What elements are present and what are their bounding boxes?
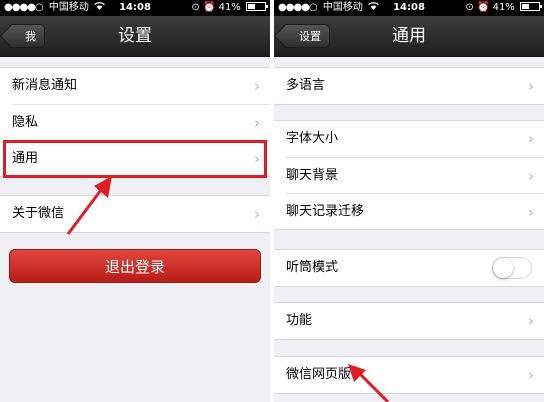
battery-percent: 41% [218,2,241,13]
chevron-right-icon: › [528,77,534,95]
chevron-right-icon: › [528,366,534,384]
nav-bar: 我 设置 [0,16,270,57]
general-group-features: 功能 › [274,302,544,340]
settings-group-2: 关于微信 › [0,195,270,233]
chevron-right-icon: › [528,203,534,221]
chevron-right-icon: › [254,114,260,132]
chevron-right-icon: › [528,130,534,148]
general-item-features[interactable]: 功能 › [274,303,544,339]
general-item-font-size[interactable]: 字体大小 › [274,121,544,157]
logout-button[interactable]: 退出登录 [9,249,261,283]
chevron-right-icon: › [254,205,260,223]
chevron-right-icon: › [528,167,534,185]
general-item-chat-background[interactable]: 聊天背景 › [286,157,544,193]
battery-percent: 41% [492,2,515,13]
chevron-right-icon: › [254,77,260,95]
general-group-language: 多语言 › [274,67,544,105]
settings-item-about-wechat[interactable]: 关于微信 › [0,196,270,232]
battery-icon [246,2,268,11]
status-bar: ●●●●○ 中国移动 14:08 ⊙ ⏰ 41% [0,0,270,16]
page-title: 设置 [118,26,152,46]
rotation-lock-icon: ⊙ [465,2,474,13]
general-item-language[interactable]: 多语言 › [274,68,544,104]
settings-screen: ●●●●○ 中国移动 14:08 ⊙ ⏰ 41% 我 设置 新消息通知 › 隐私… [0,0,270,402]
alarm-icon: ⏰ [202,2,216,13]
highlight-annotation-box [3,140,267,178]
general-item-earpiece-mode: 听筒模式 [274,250,544,286]
general-group-earpiece: 听筒模式 [274,249,544,287]
earpiece-mode-toggle[interactable] [492,257,532,279]
settings-item-new-message-notifications[interactable]: 新消息通知 › [0,68,270,104]
settings-item-privacy[interactable]: 隐私 › [12,104,270,140]
rotation-lock-icon: ⊙ [191,2,200,13]
general-item-chat-history-migration[interactable]: 聊天记录迁移 › [286,193,544,229]
page-title: 通用 [392,26,426,46]
status-bar: ●●●●○ 中国移动 14:08 ⊙ ⏰ 41% [274,0,544,16]
alarm-icon: ⏰ [476,2,490,13]
general-screen: ●●●●○ 中国移动 14:08 ⊙ ⏰ 41% 设置 通用 多语言 › 字体大… [274,0,544,402]
general-group-web: 微信网页版 › [274,356,544,394]
general-item-wechat-web[interactable]: 微信网页版 › [274,357,544,393]
nav-bar: 设置 通用 [274,16,544,57]
chevron-right-icon: › [528,312,534,330]
battery-icon [520,2,542,11]
general-group-chat: 字体大小 › 聊天背景 › 聊天记录迁移 › [274,120,544,230]
